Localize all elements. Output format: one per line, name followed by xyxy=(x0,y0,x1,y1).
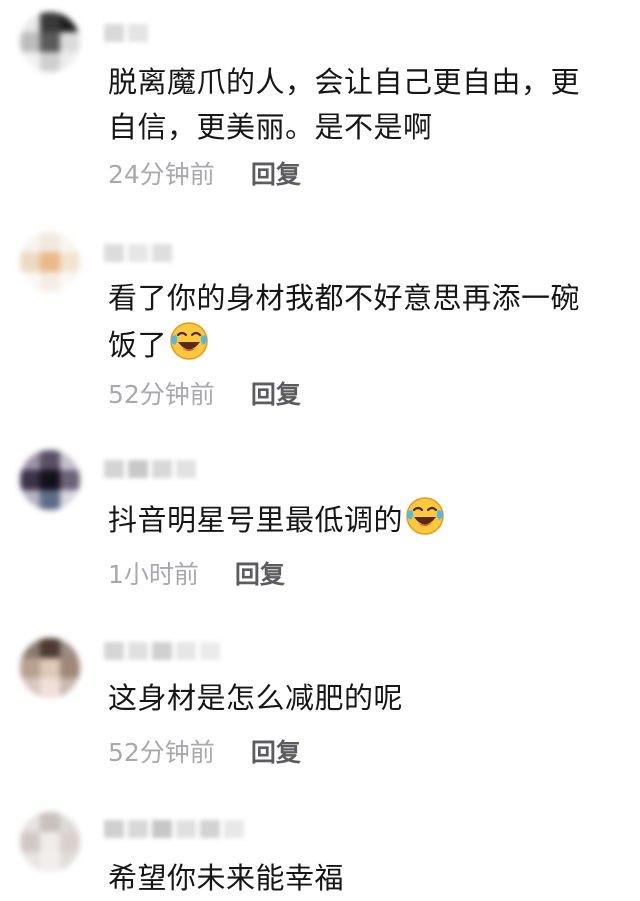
avatar-mosaic-cell xyxy=(40,12,60,32)
avatar-mosaic-cell xyxy=(40,832,60,852)
comment-item: 脱离魔爪的人，会让自己更自由，更自信，更美丽。是不是啊 24分钟前 回复 xyxy=(0,0,640,210)
avatar-mosaic-cell xyxy=(40,852,60,872)
comment-item: 希望你未来能幸福 xyxy=(0,800,640,898)
comment-time: 24分钟前 xyxy=(108,160,215,189)
comment-meta: 1小时前 回复 xyxy=(108,560,285,590)
comment-time: 1小时前 xyxy=(108,560,199,589)
avatar-mosaic-cell xyxy=(20,450,40,470)
username-blurred[interactable] xyxy=(104,242,172,264)
avatar-mosaic-cell xyxy=(20,490,40,510)
username-blurred[interactable] xyxy=(104,640,220,662)
avatar-mosaic-cell xyxy=(40,450,60,470)
avatar-mosaic-cell xyxy=(60,490,80,510)
comment-text-content: 希望你未来能幸福 xyxy=(108,861,345,895)
avatar-mosaic-cell xyxy=(20,678,40,698)
comment-time: 52分钟前 xyxy=(108,738,215,767)
comment-item: 看了你的身材我都不好意思再添一碗饭了 52分钟前 回复 xyxy=(0,210,640,430)
avatar-mosaic-cell xyxy=(60,812,80,832)
avatar-mosaic-cell xyxy=(40,232,60,252)
comment-text-content: 脱离魔爪的人，会让自己更自由，更自信，更美丽。是不是啊 xyxy=(108,65,581,144)
comment-text: 抖音明星号里最低调的 xyxy=(108,496,608,541)
avatar-mosaic-cell xyxy=(20,658,40,678)
username-blurred[interactable] xyxy=(104,458,196,480)
avatar[interactable] xyxy=(20,638,80,698)
reply-button[interactable]: 回复 xyxy=(251,160,301,190)
avatar-mosaic-cell xyxy=(20,832,40,852)
avatar-mosaic-cell xyxy=(40,272,60,292)
avatar-mosaic-cell xyxy=(20,232,40,252)
reply-button[interactable]: 回复 xyxy=(235,560,285,590)
avatar-mosaic-cell xyxy=(20,812,40,832)
avatar-mosaic-cell xyxy=(60,678,80,698)
avatar-mosaic-cell xyxy=(40,52,60,72)
comment-text-content: 抖音明星号里最低调的 xyxy=(108,503,404,537)
laughing-crying-emoji-icon xyxy=(170,322,208,360)
avatar-mosaic-cell xyxy=(20,638,40,658)
avatar-mosaic-cell xyxy=(20,12,40,32)
avatar-mosaic-cell xyxy=(20,852,40,872)
avatar-mosaic-cell xyxy=(60,832,80,852)
avatar-mosaic-cell xyxy=(40,490,60,510)
avatar-mosaic-cell xyxy=(40,638,60,658)
avatar[interactable] xyxy=(20,232,80,292)
avatar-mosaic-cell xyxy=(20,52,40,72)
reply-button[interactable]: 回复 xyxy=(251,380,301,410)
avatar-mosaic-cell xyxy=(60,232,80,252)
avatar-mosaic-cell xyxy=(40,678,60,698)
comment-meta: 52分钟前 回复 xyxy=(108,380,301,410)
comment-meta: 52分钟前 回复 xyxy=(108,738,301,768)
comment-item: 这身材是怎么减肥的呢 52分钟前 回复 xyxy=(0,620,640,800)
comment-text: 希望你未来能幸福 xyxy=(108,856,608,901)
avatar-mosaic-cell xyxy=(40,252,60,272)
avatar-mosaic-cell xyxy=(60,852,80,872)
avatar-mosaic-cell xyxy=(60,450,80,470)
comment-item: 抖音明星号里最低调的 1小时前 回复 xyxy=(0,430,640,620)
avatar-mosaic-cell xyxy=(20,470,40,490)
avatar-mosaic-cell xyxy=(60,658,80,678)
avatar[interactable] xyxy=(20,450,80,510)
comment-meta: 24分钟前 回复 xyxy=(108,160,301,190)
reply-button[interactable]: 回复 xyxy=(251,738,301,768)
avatar-mosaic-cell xyxy=(20,272,40,292)
avatar-mosaic-cell xyxy=(40,470,60,490)
avatar[interactable] xyxy=(20,812,80,872)
avatar-mosaic-cell xyxy=(40,32,60,52)
comment-text: 这身材是怎么减肥的呢 xyxy=(108,676,608,721)
avatar-mosaic-cell xyxy=(40,658,60,678)
avatar-mosaic-cell xyxy=(40,812,60,832)
avatar-mosaic-cell xyxy=(60,32,80,52)
avatar[interactable] xyxy=(20,12,80,72)
avatar-mosaic-cell xyxy=(60,52,80,72)
avatar-mosaic-cell xyxy=(20,252,40,272)
avatar-mosaic-cell xyxy=(60,470,80,490)
username-blurred[interactable] xyxy=(104,818,244,840)
comment-text-content: 这身材是怎么减肥的呢 xyxy=(108,681,404,715)
comment-time: 52分钟前 xyxy=(108,380,215,409)
avatar-mosaic-cell xyxy=(60,272,80,292)
laughing-crying-emoji-icon xyxy=(406,497,444,535)
comment-text: 脱离魔爪的人，会让自己更自由，更自信，更美丽。是不是啊 xyxy=(108,60,608,150)
avatar-mosaic-cell xyxy=(20,32,40,52)
avatar-mosaic-cell xyxy=(60,252,80,272)
comment-text: 看了你的身材我都不好意思再添一碗饭了 xyxy=(108,276,608,366)
username-blurred[interactable] xyxy=(104,22,148,44)
avatar-mosaic-cell xyxy=(60,12,80,32)
avatar-mosaic-cell xyxy=(60,638,80,658)
